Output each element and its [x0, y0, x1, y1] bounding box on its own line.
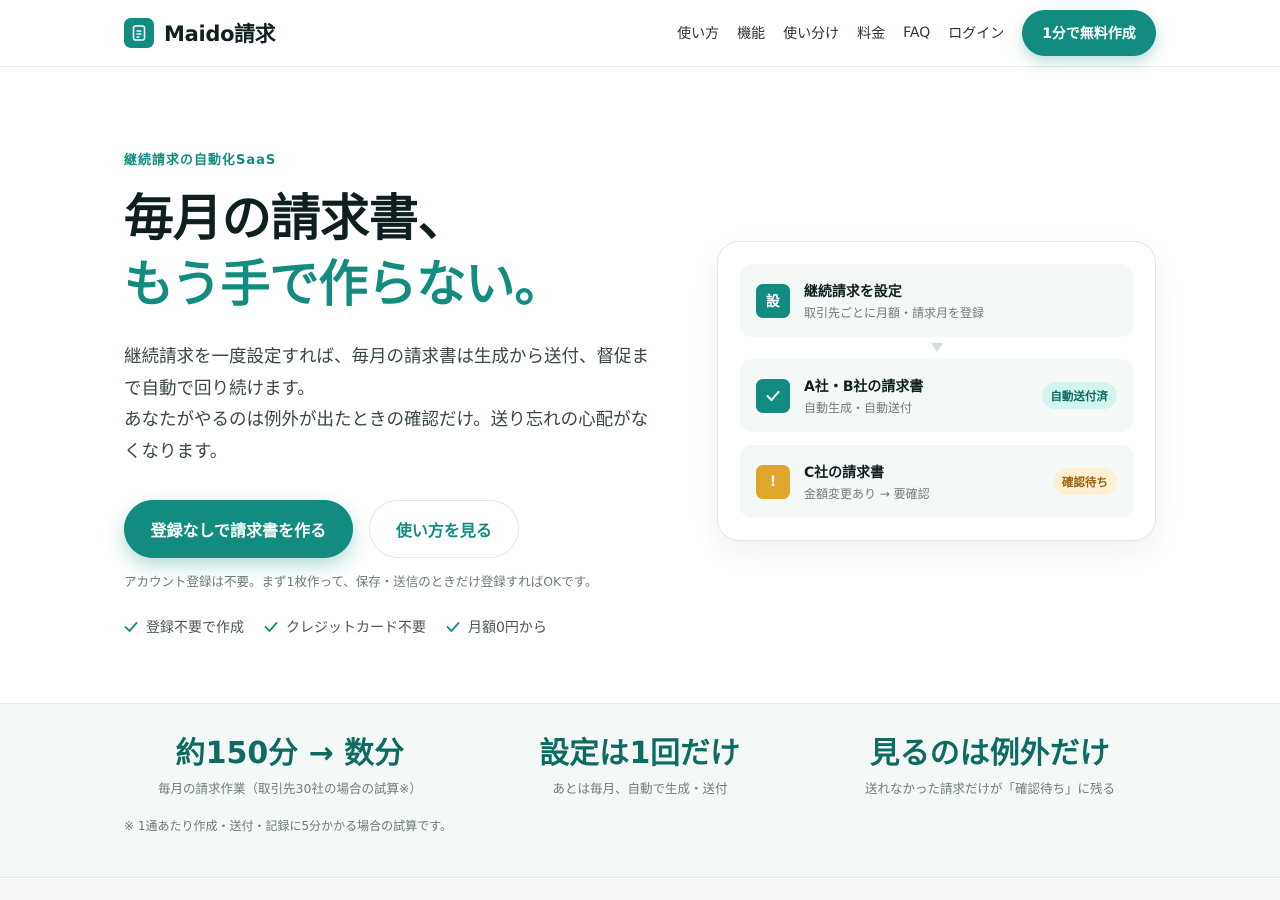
arrow-down-icon: [931, 343, 943, 352]
nav-item-use-cases[interactable]: 使い分け: [783, 23, 839, 43]
flow-step-title: 継続請求を設定: [804, 284, 902, 300]
hero-title-line1: 毎月の請求書、: [124, 189, 468, 247]
hero-lead: 継続請求を一度設定すれば、毎月の請求書は生成から送付、督促まで自動で回り続けます…: [124, 342, 664, 468]
hero-title-line2: もう手で作らない。: [124, 255, 564, 313]
stat-description: 毎月の請求作業（取引先30社の場合の試算※）: [158, 781, 422, 796]
stat-item: 設定は1回だけ あとは毎月、自動で生成・送付: [460, 734, 820, 797]
how-to-button[interactable]: 使い方を見る: [369, 500, 519, 558]
check-item: クレジットカード不要: [264, 617, 426, 637]
warning-icon: !: [756, 465, 790, 499]
check-icon: [446, 622, 460, 632]
header-cta-button[interactable]: 1分で無料作成: [1022, 10, 1156, 56]
flow-step-title: C社の請求書: [804, 465, 885, 481]
stats-footnote: ※ 1通あたり作成・送付・記録に5分かかる場合の試算です。: [124, 819, 452, 833]
status-badge-sent: 自動送付済: [1041, 382, 1117, 409]
setup-icon: 設: [756, 284, 790, 318]
stat-item: 見るのは例外だけ 送れなかった請求だけが「確認待ち」に残る: [810, 734, 1170, 797]
flow-step-title: A社・B社の請求書: [804, 379, 924, 395]
flow-step-subtitle: 金額変更あり → 要確認: [804, 487, 930, 501]
check-label: 登録不要で作成: [146, 620, 244, 636]
flow-step-setup: 設 継続請求を設定 取引先ごとに月額・請求月を登録: [740, 264, 1133, 337]
nav-item-pricing[interactable]: 料金: [857, 23, 885, 43]
check-icon: [264, 622, 278, 632]
brand-logo[interactable]: Maido請求: [124, 18, 276, 48]
check-item: 登録不要で作成: [124, 617, 244, 637]
nav-item-features[interactable]: 機能: [737, 23, 765, 43]
flow-step-subtitle: 自動生成・自動送付: [804, 401, 913, 415]
checkmark-icon: [756, 379, 790, 413]
nav-item-faq[interactable]: FAQ: [903, 25, 930, 41]
nav-item-usage[interactable]: 使い方: [677, 23, 719, 43]
main-nav: 使い方 機能 使い分け 料金 FAQ ログイン 1分で無料作成: [677, 10, 1156, 56]
stat-description: 送れなかった請求だけが「確認待ち」に残る: [864, 781, 1115, 796]
stat-value: 約150分 → 数分: [175, 736, 405, 771]
next-section-edge: [0, 879, 1280, 900]
feature-checks: 登録不要で作成 クレジットカード不要 月額0円から: [124, 617, 567, 637]
status-badge-pending: 確認待ち: [1053, 468, 1117, 495]
check-label: クレジットカード不要: [286, 620, 426, 636]
check-label: 月額0円から: [468, 620, 547, 636]
hero-eyebrow: 継続請求の自動化SaaS: [124, 153, 277, 168]
stats-band: 約150分 → 数分 毎月の請求作業（取引先30社の場合の試算※） 設定は1回だ…: [0, 703, 1280, 878]
stat-value: 見るのは例外だけ: [870, 736, 1110, 771]
check-icon: [124, 622, 138, 632]
hero-lead-paragraph-2: あなたがやるのは例外が出たときの確認だけ。送り忘れの心配がなくなります。: [124, 410, 649, 462]
stat-value: 設定は1回だけ: [539, 736, 741, 771]
check-item: 月額0円から: [446, 617, 547, 637]
brand-name: Maido請求: [164, 22, 276, 46]
nav-item-login[interactable]: ログイン: [948, 23, 1004, 43]
signup-note: アカウント登録は不要。まず1枚作って、保存・送信のときだけ登録すればOKです。: [124, 574, 598, 589]
stat-item: 約150分 → 数分 毎月の請求作業（取引先30社の場合の試算※）: [110, 734, 470, 797]
invoice-flow-card: 設 継続請求を設定 取引先ごとに月額・請求月を登録 A社・B社の請求書 自動生成…: [717, 241, 1156, 541]
document-icon: [124, 18, 154, 48]
create-invoice-button[interactable]: 登録なしで請求書を作る: [124, 500, 353, 558]
site-header: Maido請求 使い方 機能 使い分け 料金 FAQ ログイン 1分で無料作成: [0, 0, 1280, 67]
hero-lead-paragraph-1: 継続請求を一度設定すれば、毎月の請求書は生成から送付、督促まで自動で回り続けます…: [124, 347, 649, 399]
flow-step-pending: ! C社の請求書 金額変更あり → 要確認 確認待ち: [740, 445, 1133, 518]
flow-step-sent: A社・B社の請求書 自動生成・自動送付 自動送付済: [740, 359, 1133, 432]
flow-step-subtitle: 取引先ごとに月額・請求月を登録: [804, 306, 985, 320]
stat-description: あとは毎月、自動で生成・送付: [552, 781, 728, 796]
